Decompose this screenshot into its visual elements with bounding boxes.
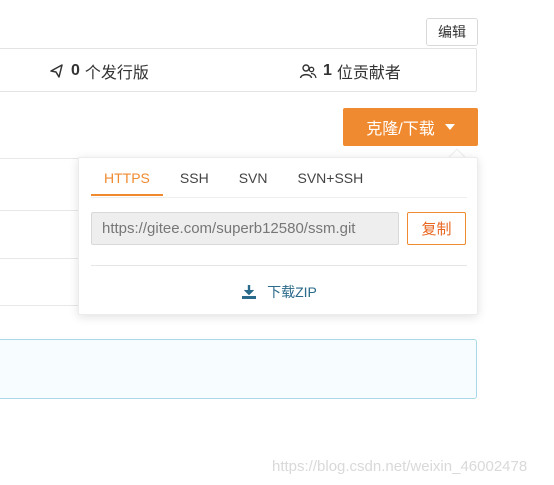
clone-popover: HTTPS SSH SVN SVN+SSH https://gitee.com/… — [78, 157, 478, 315]
chevron-down-icon — [444, 124, 455, 130]
download-zip-label: 下载ZIP — [267, 284, 317, 300]
contributors-count: 1 — [323, 62, 332, 79]
file-list-fragment — [0, 158, 80, 306]
tab-svn[interactable]: SVN — [226, 170, 281, 196]
copy-button[interactable]: 复制 — [407, 212, 466, 245]
watermark-text: https://blog.csdn.net/weixin_46002478 — [272, 458, 528, 475]
clone-download-label: 克隆/下载 — [366, 121, 435, 138]
protocol-tabs: HTTPS SSH SVN SVN+SSH — [91, 170, 380, 196]
edit-button[interactable]: 编辑 — [426, 18, 478, 46]
contributors-icon — [299, 64, 317, 79]
download-icon — [242, 285, 257, 299]
tab-https[interactable]: HTTPS — [91, 170, 163, 196]
tab-svn-ssh[interactable]: SVN+SSH — [284, 170, 376, 196]
tag-icon — [50, 64, 63, 78]
contributors-link[interactable]: 1 位贡献者 — [299, 49, 401, 93]
releases-label: 个发行版 — [84, 65, 149, 82]
contributors-label: 位贡献者 — [336, 65, 401, 82]
popover-divider — [91, 265, 467, 266]
clone-download-button[interactable]: 克隆/下载 — [343, 108, 478, 146]
file-list-divider — [0, 210, 80, 211]
tab-ssh[interactable]: SSH — [167, 170, 222, 196]
clone-url-input[interactable]: https://gitee.com/superb12580/ssm.git — [91, 212, 399, 245]
download-zip-link[interactable]: 下载ZIP — [79, 282, 479, 302]
file-list-divider — [0, 258, 80, 259]
tabs-underline — [91, 197, 467, 198]
info-box — [0, 339, 477, 399]
releases-count: 0 — [71, 62, 80, 79]
repo-stats-bar: 0 个发行版 1 位贡献者 — [0, 48, 477, 92]
releases-link[interactable]: 0 个发行版 — [49, 49, 149, 93]
